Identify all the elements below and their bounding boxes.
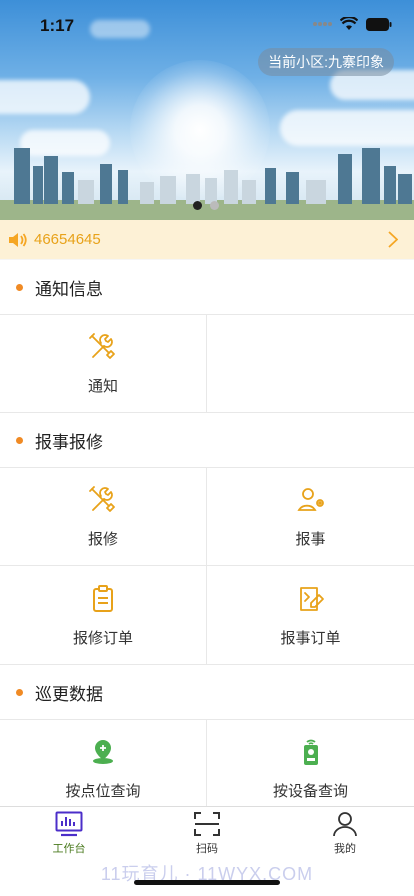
grid-item-repair[interactable]: 报修 [0,467,207,566]
section-title: 巡更数据 [35,684,103,704]
home-indicator [134,880,280,885]
scan-icon [194,812,220,836]
clipboard-icon [93,584,113,612]
current-community-button[interactable]: 当前小区:九寨印象 [258,48,394,76]
grid-item-label: 报修订单 [72,629,133,647]
wrench-screwdriver-icon [89,333,115,359]
grid-item-notice[interactable]: 通知 [0,314,207,413]
section-title: 报事报修 [35,432,103,452]
grid-item-by-device[interactable]: 按设备查询 [207,719,414,818]
tab-me[interactable]: 我的 [305,811,385,856]
section-title: 通知信息 [35,279,103,299]
wrench-screwdriver-icon [89,486,115,512]
grid-item-label: 报事订单 [280,629,341,647]
section-header-patrol: 巡更数据 [0,665,414,719]
grid-item-label: 报事 [295,531,326,548]
wifi-icon [340,17,358,30]
notice-bar[interactable]: 46654645 [0,220,414,259]
tab-scan[interactable]: 扫码 [167,811,247,856]
tab-label: 我的 [334,843,356,855]
tab-label: 工作台 [52,843,86,855]
section-header-repair: 报事报修 [0,413,414,467]
tab-workbench[interactable]: 工作台 [29,811,109,856]
monitor-icon [55,811,83,837]
grid-item-report[interactable]: 报事 [207,467,414,566]
device-icon [303,739,318,765]
status-bar: 1:17 [0,0,414,50]
location-pin-icon [93,740,113,764]
section-header-notice: 通知信息 [0,260,414,314]
grid-item-empty [207,314,414,413]
battery-icon [366,17,392,31]
section-bullet [16,688,23,696]
carousel-dots[interactable] [193,201,219,210]
grid-item-label: 报修 [87,531,118,548]
chevron-right-icon[interactable] [388,231,398,248]
grid-item-label: 按设备查询 [272,783,348,800]
section-bullet [16,436,23,444]
status-time: 1:17 [40,16,75,35]
notice-text: 46654645 [34,231,101,248]
grid-item-report-orders[interactable]: 报事订单 [207,566,414,665]
grid-item-repair-orders[interactable]: 报修订单 [0,566,207,665]
cloud [0,80,90,114]
status-icons [312,17,392,31]
notepad-icon [299,586,324,611]
carousel-dot[interactable] [210,201,219,210]
signal-icon [313,22,332,26]
carousel-dot-active[interactable] [193,201,202,210]
person-gear-icon [296,488,324,511]
grid-item-label: 按点位查询 [65,783,141,800]
tab-label: 扫码 [196,843,218,855]
grid-item-by-point[interactable]: 按点位查询 [0,719,207,818]
user-icon [333,812,357,837]
section-bullet [16,283,23,291]
speaker-icon [9,232,27,247]
grid-item-label: 通知 [87,378,118,395]
